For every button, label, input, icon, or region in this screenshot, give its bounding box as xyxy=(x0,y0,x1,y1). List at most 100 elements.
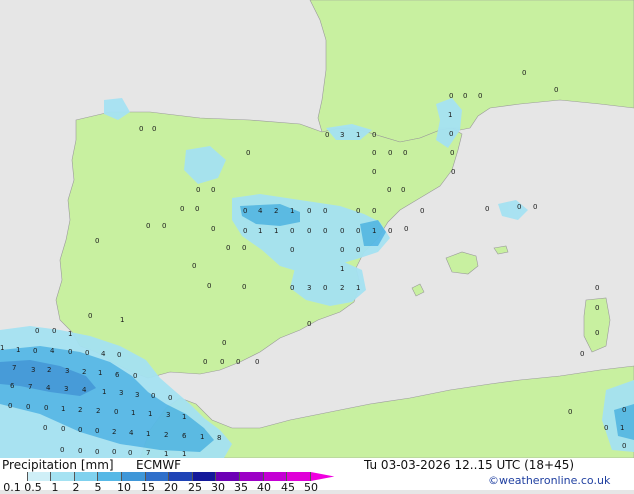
scale-swatch xyxy=(4,472,28,481)
value-label: 0 xyxy=(139,125,143,133)
value-label: 8 xyxy=(217,434,221,442)
value-label: 0 xyxy=(26,403,30,411)
value-label: 0 xyxy=(595,304,599,312)
scale-swatch xyxy=(263,472,288,481)
value-label: 0 xyxy=(449,130,453,138)
value-label: 1 xyxy=(258,227,262,235)
value-label: 0 xyxy=(450,149,454,157)
value-label: 1 xyxy=(16,346,20,354)
value-label: 2 xyxy=(96,407,100,415)
value-label: 0 xyxy=(68,348,72,356)
value-label: 0 xyxy=(180,205,184,213)
value-label: 0 xyxy=(401,186,405,194)
value-label: 0 xyxy=(485,205,489,213)
value-label: 0 xyxy=(290,246,294,254)
value-label: 0 xyxy=(372,149,376,157)
value-label: 0 xyxy=(195,205,199,213)
value-label: 0 xyxy=(356,207,360,215)
value-label: 0 xyxy=(133,372,137,380)
value-label: 1 xyxy=(356,131,360,139)
value-label: 0 xyxy=(117,351,121,359)
scale-tick-label: 25 xyxy=(188,481,202,494)
value-label: 7 xyxy=(28,383,32,391)
value-label: 0 xyxy=(580,350,584,358)
value-label: 3 xyxy=(119,389,123,397)
value-label: 1 xyxy=(146,430,150,438)
value-label: 0 xyxy=(203,358,207,366)
value-label: 0 xyxy=(325,131,329,139)
value-label: 0 xyxy=(162,222,166,230)
value-label: 0 xyxy=(595,284,599,292)
value-label: 0 xyxy=(255,358,259,366)
value-label: 0 xyxy=(451,168,455,176)
value-label: 1 xyxy=(120,316,124,324)
value-label: 0 xyxy=(323,284,327,292)
value-label: 0 xyxy=(356,246,360,254)
scale-tick-label: 0.1 xyxy=(3,481,21,494)
value-label: 1 xyxy=(164,450,168,458)
value-label: 7 xyxy=(146,449,150,457)
value-label: 0 xyxy=(246,149,250,157)
value-label: 3 xyxy=(307,284,311,292)
scale-swatch xyxy=(122,472,146,481)
value-label: 0 xyxy=(78,447,82,455)
value-label: 1 xyxy=(290,207,294,215)
value-label: 0 xyxy=(356,227,360,235)
value-label: 0 xyxy=(33,347,37,355)
value-label: 0 xyxy=(387,186,391,194)
scale-tick-label: 20 xyxy=(164,481,178,494)
value-label: 0 xyxy=(554,86,558,94)
value-label: 0 xyxy=(517,203,521,211)
value-label: 0 xyxy=(220,358,224,366)
value-label: 1 xyxy=(340,265,344,273)
value-label: 0 xyxy=(8,402,12,410)
value-label: 1 xyxy=(61,405,65,413)
value-label: 1 xyxy=(200,433,204,441)
value-label: 0 xyxy=(152,125,156,133)
value-label: 2 xyxy=(82,368,86,376)
value-label: 6 xyxy=(182,432,187,440)
scale-tick-label: 50 xyxy=(304,481,318,494)
value-label: 0 xyxy=(44,404,48,412)
value-label: 1 xyxy=(448,111,452,119)
value-label: 0 xyxy=(622,442,626,450)
value-label: 1 xyxy=(274,227,278,235)
value-label: 0 xyxy=(60,446,64,454)
value-label: 0 xyxy=(478,92,482,100)
value-label: 0 xyxy=(207,282,211,290)
value-label: 0 xyxy=(463,92,467,100)
value-label: 3 xyxy=(31,366,35,374)
value-label: 0 xyxy=(128,449,132,457)
scale-swatch xyxy=(51,472,75,481)
value-label: 1 xyxy=(356,284,360,292)
value-label: 0 xyxy=(340,227,344,235)
scale-tick-label: 40 xyxy=(257,481,271,494)
product-title: Precipitation [mm] xyxy=(2,458,114,472)
value-label: 1 xyxy=(182,413,186,421)
value-label: 0 xyxy=(522,69,526,77)
value-label: 2 xyxy=(47,366,51,374)
value-label: 0 xyxy=(52,327,56,335)
value-label: 0 xyxy=(226,244,230,252)
value-label: 0 xyxy=(146,222,150,230)
value-label: 0 xyxy=(533,203,537,211)
value-label: 0 xyxy=(61,425,65,433)
value-label: 0 xyxy=(35,327,39,335)
value-label: 3 xyxy=(65,367,69,375)
value-label: 0 xyxy=(243,207,247,215)
value-label: 0 xyxy=(242,283,246,291)
value-label: 0 xyxy=(95,427,99,435)
scale-tick-label: 1 xyxy=(51,481,59,494)
scale-swatch xyxy=(27,472,52,481)
value-label: 0 xyxy=(372,168,376,176)
scale-tick-label: 15 xyxy=(141,481,155,494)
valid-time: Tu 03-03-2026 12..15 UTC (18+45) xyxy=(364,458,575,472)
value-label: 2 xyxy=(112,428,116,436)
value-label: 0 xyxy=(307,227,311,235)
value-label: 0 xyxy=(85,349,89,357)
scale-tick-label: 30 xyxy=(211,481,225,494)
value-label: 0 xyxy=(290,284,294,292)
scale-tick-label: 10 xyxy=(117,481,131,494)
value-label: 0 xyxy=(568,408,572,416)
value-label: 3 xyxy=(166,411,170,419)
